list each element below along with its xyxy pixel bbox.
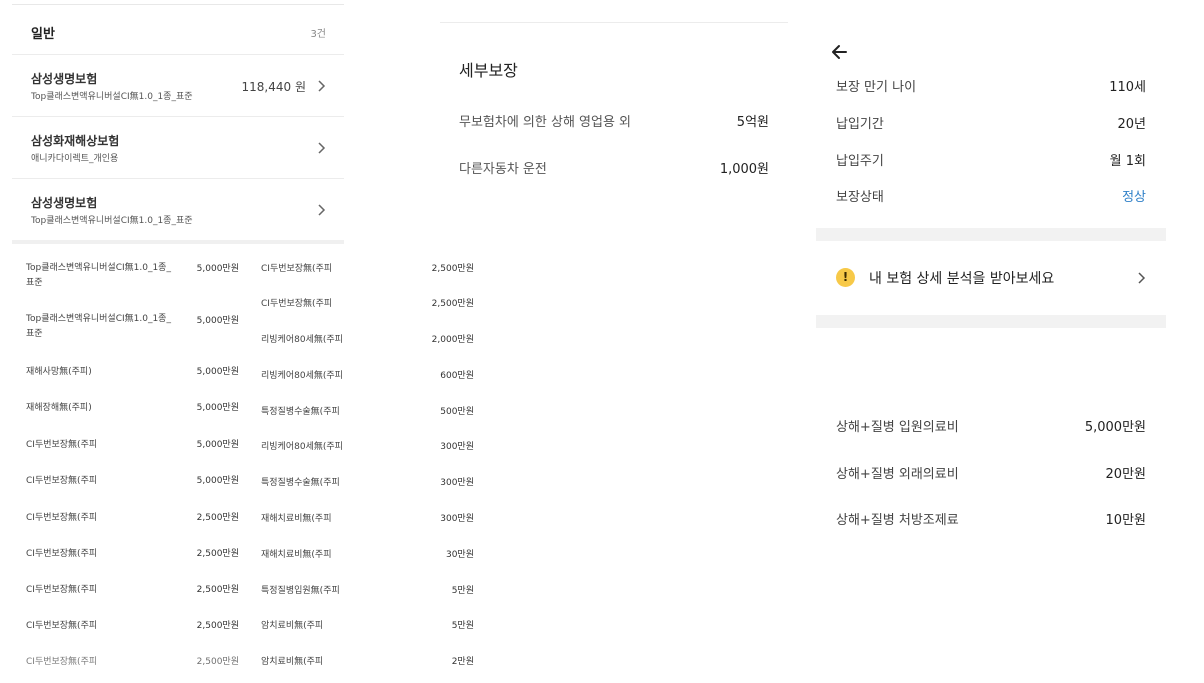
insurance-name: 삼성생명보험: [31, 196, 98, 210]
medical-label: 상해+질병 외래의료비: [836, 467, 959, 482]
coverage-amount: 5,000만원: [196, 316, 239, 326]
coverage-name: 재해사망無(주피): [26, 367, 92, 377]
coverage-name: CI두번보장無(주피: [261, 299, 333, 309]
back-arrow-icon[interactable]: [830, 42, 850, 62]
coverage-amount: 2,500만원: [431, 299, 474, 309]
coverage-name: CI두번보장無(주피: [26, 549, 98, 559]
insurance-list-panel: 일반 3건 삼성생명보험 Top클래스변액유니버설CI無1.0_1종_표준 11…: [12, 0, 344, 242]
section-divider: [816, 228, 1166, 241]
coverage-name: 암치료비無(주피: [261, 657, 324, 667]
detail-value: 20년: [1117, 117, 1146, 132]
coverage-name: CI두번보장無(주피: [26, 585, 98, 595]
coverage-name: CI두번보장無(주피: [26, 440, 98, 450]
coverage-amount: 2,500만원: [431, 264, 474, 274]
detail-label: 다른자동차 운전: [459, 162, 547, 177]
detail-label: 납입기간: [836, 117, 884, 132]
section-count: 3건: [310, 29, 326, 40]
coverage-name: 재해치료비無(주피: [261, 550, 332, 560]
coverage-name: 특정질병수술無(주피: [261, 407, 340, 417]
coverage-amount: 300만원: [440, 442, 474, 452]
chevron-right-icon: [1138, 272, 1146, 284]
coverage-amount: 2,500만원: [196, 657, 239, 667]
coverage-name: CI두번보장無(주피: [26, 657, 98, 667]
insurance-item[interactable]: 삼성화재해상보험 애니카다이렉트_개인용: [12, 116, 344, 178]
coverage-name: CI두번보장無(주피: [261, 264, 333, 274]
coverage-amount: 2,500만원: [196, 621, 239, 631]
insurance-premium: 118,440 원: [241, 80, 306, 94]
detail-label: 보장상태: [836, 190, 884, 205]
coverage-amount: 2,500만원: [196, 513, 239, 523]
coverage-name: 리빙케어80세無(주피: [261, 371, 343, 381]
coverage-amount: 300만원: [440, 478, 474, 488]
detail-value: 5억원: [736, 115, 769, 130]
coverage-name: Top클래스변액유니버설CI無1.0_1종_ 표준: [26, 314, 171, 339]
detail-value: 월 1회: [1109, 154, 1146, 169]
chevron-right-icon: [318, 142, 326, 154]
coverage-amount: 5,000만원: [196, 476, 239, 486]
insurance-item[interactable]: 삼성생명보험 Top클래스변액유니버설CI無1.0_1종_표준 118,440 …: [12, 54, 344, 116]
detail-value: 1,000원: [719, 162, 769, 177]
chevron-right-icon: [318, 204, 326, 216]
insurance-product: Top클래스변액유니버설CI無1.0_1종_표준: [31, 92, 193, 102]
medical-label: 상해+질병 처방조제료: [836, 513, 959, 528]
status-value: 정상: [1122, 190, 1146, 205]
section-header: 일반 3건: [12, 4, 344, 55]
coverage-amount: 500만원: [440, 407, 474, 417]
section-divider: [12, 240, 344, 244]
coverage-amount: 2만원: [451, 657, 474, 667]
chevron-right-icon: [318, 80, 326, 92]
coverage-name: CI두번보장無(주피: [26, 513, 98, 523]
insurance-name: 삼성생명보험: [31, 72, 98, 86]
coverage-amount: 2,000만원: [431, 335, 474, 345]
analysis-banner[interactable]: ! 내 보험 상세 분석을 받아보세요: [816, 255, 1166, 301]
medical-value: 20만원: [1105, 467, 1146, 482]
coverage-name: 특정질병수술無(주피: [261, 478, 340, 488]
insurance-name: 삼성화재해상보험: [31, 134, 120, 148]
coverage-name: 재해장해無(주피): [26, 403, 92, 413]
coverage-amount: 30만원: [445, 550, 474, 560]
page-title: 세부보장: [459, 61, 518, 80]
coverage-amount: 2,500만원: [196, 549, 239, 559]
coverage-name: 특정질병입원無(주피: [261, 586, 340, 596]
section-title: 일반: [31, 27, 55, 42]
coverage-amount: 600만원: [440, 371, 474, 381]
detail-label: 무보험차에 의한 상해 영업용 외: [459, 115, 632, 130]
divider: [440, 22, 788, 23]
coverage-name: 암치료비無(주피: [261, 621, 324, 631]
coverage-name: 리빙케어80세無(주피: [261, 335, 343, 345]
coverage-name: Top클래스변액유니버설CI無1.0_1종_ 표준: [26, 263, 171, 288]
coverage-name: CI두번보장無(주피: [26, 621, 98, 631]
coverage-amount: 5,000만원: [196, 264, 239, 274]
detail-label: 납입주기: [836, 154, 884, 169]
medical-label: 상해+질병 입원의료비: [836, 420, 959, 435]
insurance-item[interactable]: 삼성생명보험 Top클래스변액유니버설CI無1.0_1종_표준: [12, 178, 344, 240]
coverage-amount: 300만원: [440, 514, 474, 524]
coverage-amount: 5만원: [451, 586, 474, 596]
warning-icon: !: [836, 268, 855, 287]
medical-value: 5,000만원: [1084, 420, 1146, 435]
coverage-amount: 5만원: [451, 621, 474, 631]
coverage-amount: 5,000만원: [196, 440, 239, 450]
coverage-name: 리빙케어80세無(주피: [261, 442, 343, 452]
detail-label: 보장 만기 나이: [836, 80, 917, 95]
coverage-name: 재해치료비無(주피: [261, 514, 332, 524]
insurance-product: 애니카다이렉트_개인용: [31, 154, 119, 164]
detail-value: 110세: [1109, 80, 1146, 95]
analysis-banner-text: 내 보험 상세 분석을 받아보세요: [869, 271, 1055, 287]
medical-value: 10만원: [1105, 513, 1146, 528]
coverage-amount: 5,000만원: [196, 403, 239, 413]
coverage-name: CI두번보장無(주피: [26, 476, 98, 486]
coverage-amount: 2,500만원: [196, 585, 239, 595]
section-divider: [816, 315, 1166, 328]
coverage-amount: 5,000만원: [196, 367, 239, 377]
insurance-product: Top클래스변액유니버설CI無1.0_1종_표준: [31, 216, 193, 226]
